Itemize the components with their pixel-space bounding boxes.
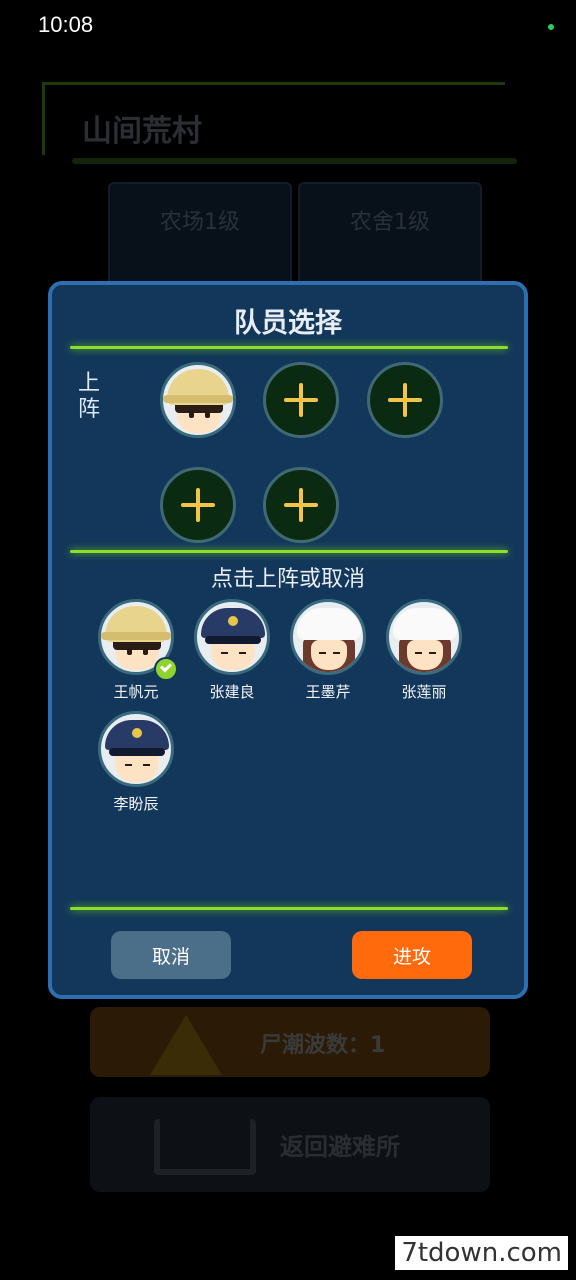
background-return-label: 返回避难所 <box>280 1133 400 1161</box>
lineup-slot-3[interactable] <box>367 362 443 438</box>
beret-icon <box>393 608 457 640</box>
attack-button[interactable]: 进攻 <box>352 931 472 979</box>
cancel-button[interactable]: 取消 <box>111 931 231 979</box>
avatar-eye <box>333 652 340 654</box>
selection-hint: 点击上阵或取消 <box>210 567 365 592</box>
divider-top <box>70 346 508 349</box>
member-select-dialog: 队员选择 上阵 点击上阵或取消 王帆元 张建良 王墨芹 张莲丽 李盼辰 取消 进… <box>48 281 528 999</box>
plus-icon-vertical <box>299 488 303 522</box>
lineup-label: 上阵 <box>78 371 101 422</box>
background-card-title: 农场1级 <box>160 210 240 235</box>
cap-visor <box>205 636 261 644</box>
avatar-eye <box>189 411 194 418</box>
beret-icon <box>297 608 361 640</box>
hat-brim <box>101 632 171 640</box>
plus-icon-vertical <box>299 383 303 417</box>
status-time: 10:08 <box>38 12 94 37</box>
divider-bottom <box>70 907 508 910</box>
plus-icon-vertical <box>196 488 200 522</box>
member-avatar-5[interactable] <box>98 711 174 787</box>
check-mark <box>159 660 173 673</box>
avatar-face <box>311 640 347 670</box>
avatar-eye <box>319 652 326 654</box>
member-avatar-4[interactable] <box>386 599 462 675</box>
selected-check-icon <box>154 657 178 681</box>
avatar-eye <box>125 764 132 766</box>
background-card-title: 农舍1级 <box>350 210 430 235</box>
cap-badge-icon <box>132 728 142 738</box>
lineup-slot-2[interactable] <box>263 362 339 438</box>
hat-brim <box>163 395 233 403</box>
lineup-slot-4[interactable] <box>160 467 236 543</box>
background-warning: 尸潮波数：1 <box>90 1007 490 1077</box>
avatar-eye <box>127 648 132 655</box>
cap-visor <box>109 748 165 756</box>
divider-middle <box>70 550 508 553</box>
status-indicator-icon <box>548 24 554 30</box>
member-name-5: 李盼辰 <box>113 795 159 813</box>
background-divider <box>72 158 517 164</box>
avatar-eye <box>221 652 228 654</box>
avatar-eye <box>205 411 210 418</box>
member-name-3: 王墨芹 <box>305 683 351 701</box>
background-return-button: 返回避难所 <box>90 1097 490 1192</box>
watermark: 7tdown.com <box>395 1236 568 1270</box>
member-name-4: 张莲丽 <box>401 683 447 701</box>
avatar-eye <box>143 764 150 766</box>
shelter-icon <box>154 1119 256 1175</box>
background-title: 山间荒村 <box>82 114 202 149</box>
avatar-eye <box>143 648 148 655</box>
dialog-title: 队员选择 <box>234 308 342 339</box>
lineup-slot-5[interactable] <box>263 467 339 543</box>
avatar-eye <box>429 652 436 654</box>
avatar-eye <box>415 652 422 654</box>
avatar-eye <box>239 652 246 654</box>
member-name-2: 张建良 <box>209 683 255 701</box>
lineup-slot-1-avatar[interactable] <box>160 362 236 438</box>
avatar-face <box>407 640 443 670</box>
member-name-1: 王帆元 <box>113 683 159 701</box>
cap-badge-icon <box>228 616 238 626</box>
plus-icon-vertical <box>403 383 407 417</box>
member-avatar-2[interactable] <box>194 599 270 675</box>
warning-icon <box>150 1015 222 1075</box>
background-warning-text: 尸潮波数：1 <box>260 1033 386 1058</box>
member-avatar-3[interactable] <box>290 599 366 675</box>
